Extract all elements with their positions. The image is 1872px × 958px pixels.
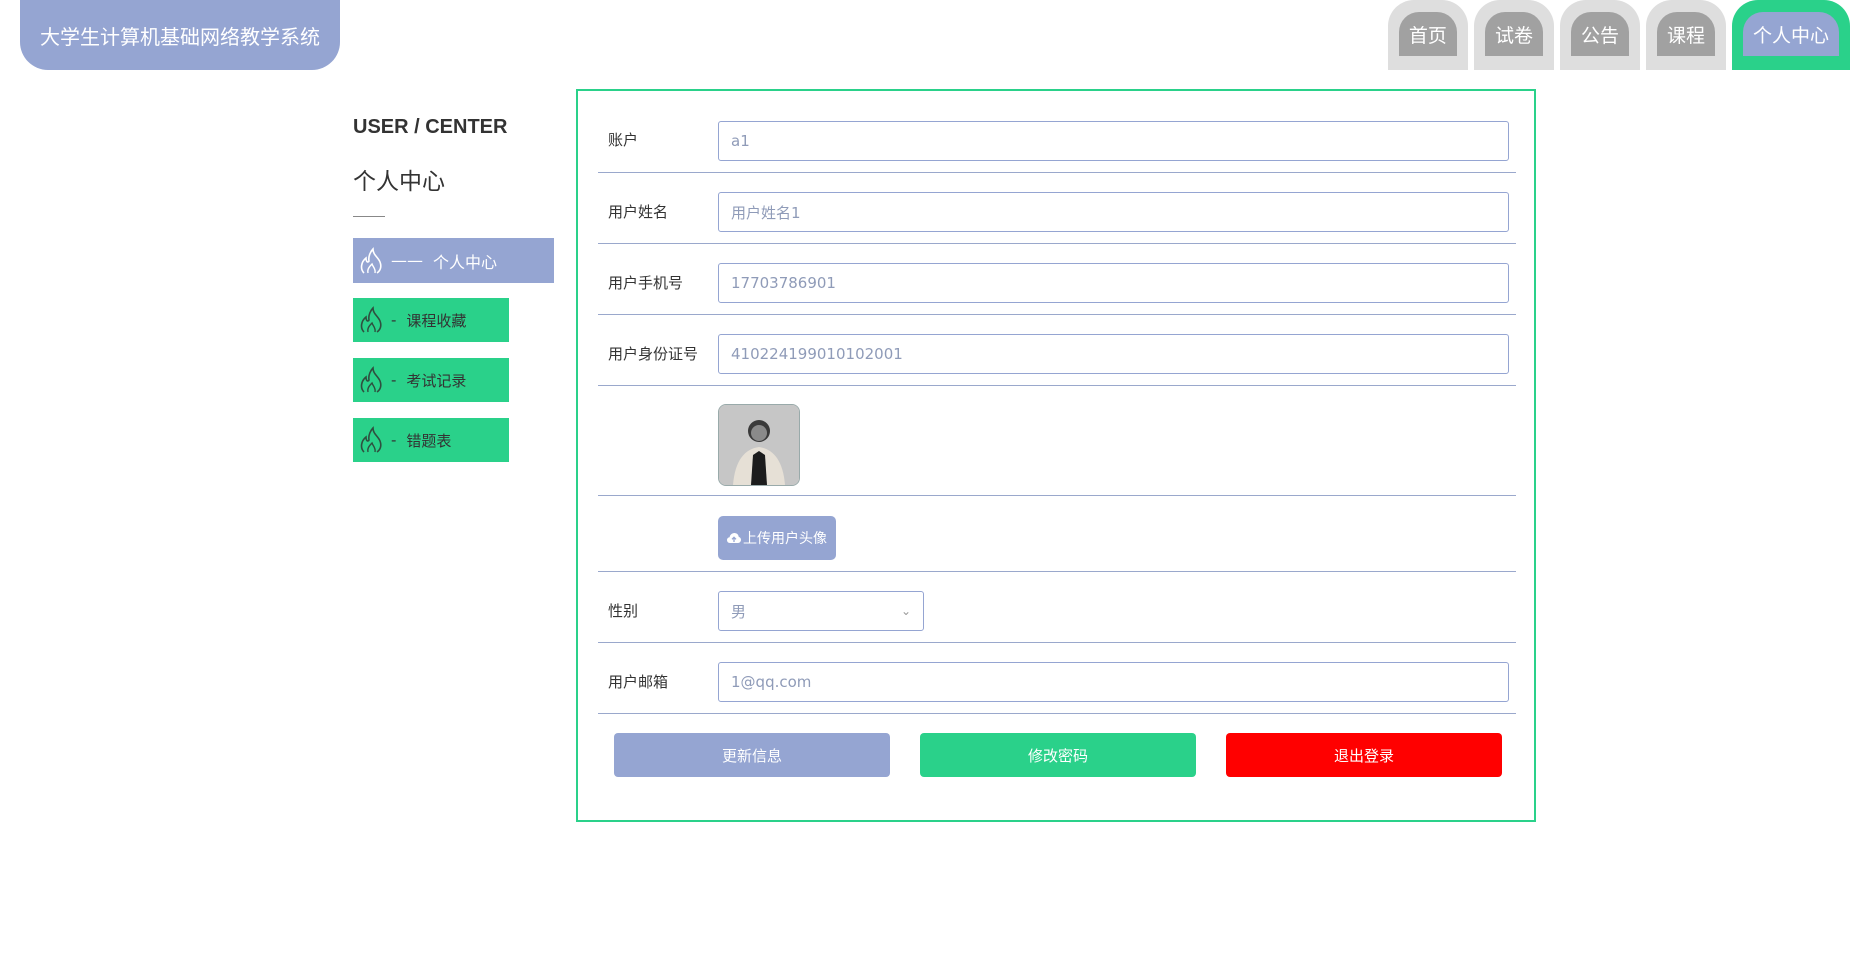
upload-avatar-button[interactable]: 上传用户头像 — [718, 516, 836, 560]
flame-icon — [360, 426, 382, 453]
avatar — [718, 404, 800, 486]
logout-button[interactable]: 退出登录 — [1226, 733, 1502, 777]
form-row-email: 用户邮箱 — [598, 643, 1516, 714]
change-password-button[interactable]: 修改密码 — [920, 733, 1196, 777]
sidebar-item-label: 考试记录 — [406, 371, 467, 390]
menu-dash: - — [391, 311, 397, 329]
name-input[interactable] — [718, 192, 1509, 232]
nav-tab-label: 个人中心 — [1742, 12, 1839, 56]
user-form-panel: 账户 用户姓名 用户手机号 用户身份证号 上传用户头像 — [576, 89, 1536, 822]
update-info-button[interactable]: 更新信息 — [614, 733, 890, 777]
sidebar-item-label: 错题表 — [406, 431, 452, 450]
sidebar-item-course-favorites[interactable]: - 课程收藏 — [353, 298, 509, 342]
gender-value: 男 — [731, 602, 747, 621]
form-row-idcard: 用户身份证号 — [598, 315, 1516, 386]
form-row-upload: 上传用户头像 — [598, 496, 1516, 572]
menu-dash: - — [391, 371, 397, 389]
sidebar-item-wrong-questions[interactable]: - 错题表 — [353, 418, 509, 462]
menu-dash: —— — [391, 251, 423, 270]
nav-tab-label: 试卷 — [1484, 12, 1543, 56]
site-brand: 大学生计算机基础网络教学系统 — [20, 0, 340, 70]
account-input[interactable] — [718, 121, 1509, 161]
nav-tab-user-center[interactable]: 个人中心 — [1731, 0, 1850, 70]
nav-tab-notices[interactable]: 公告 — [1559, 0, 1640, 70]
sidebar-title-cn: 个人中心 — [353, 169, 445, 195]
account-label: 账户 — [608, 131, 639, 149]
nav-tab-courses[interactable]: 课程 — [1645, 0, 1726, 70]
flame-icon — [360, 246, 382, 274]
cloud-upload-icon — [727, 533, 741, 543]
form-row-avatar — [598, 386, 1516, 496]
idcard-label: 用户身份证号 — [608, 345, 699, 363]
email-input[interactable] — [718, 662, 1509, 702]
upload-avatar-label: 上传用户头像 — [743, 531, 827, 547]
nav-tab-exams[interactable]: 试卷 — [1473, 0, 1554, 70]
menu-dash: - — [391, 431, 397, 449]
phone-input[interactable] — [718, 263, 1509, 303]
sidebar-item-user-center[interactable]: —— 个人中心 — [353, 238, 554, 283]
sidebar-title-en: USER / CENTER — [353, 116, 508, 138]
sidebar-item-exam-records[interactable]: - 考试记录 — [353, 358, 509, 402]
name-label: 用户姓名 — [608, 203, 669, 221]
email-label: 用户邮箱 — [608, 673, 669, 691]
form-row-name: 用户姓名 — [598, 173, 1516, 244]
idcard-input[interactable] — [718, 334, 1509, 374]
nav-tab-home[interactable]: 首页 — [1387, 0, 1468, 70]
chevron-down-icon: ⌄ — [900, 604, 911, 618]
nav-tab-label: 公告 — [1570, 12, 1629, 56]
sidebar-item-label: 课程收藏 — [406, 311, 467, 330]
flame-icon — [360, 306, 382, 333]
phone-label: 用户手机号 — [608, 274, 684, 292]
nav-tab-label: 课程 — [1656, 12, 1715, 56]
gender-select[interactable]: 男 ⌄ — [718, 591, 924, 631]
form-row-account: 账户 — [598, 91, 1516, 173]
top-nav: 首页 试卷 公告 课程 个人中心 — [1387, 0, 1850, 70]
sidebar-item-label: 个人中心 — [433, 252, 498, 272]
gender-label: 性别 — [608, 602, 639, 620]
flame-icon — [360, 366, 382, 393]
avatar-photo-icon — [719, 405, 799, 485]
sidebar-divider — [353, 216, 385, 217]
form-row-phone: 用户手机号 — [598, 244, 1516, 315]
nav-tab-label: 首页 — [1398, 12, 1457, 56]
form-row-gender: 性别 男 ⌄ — [598, 572, 1516, 643]
